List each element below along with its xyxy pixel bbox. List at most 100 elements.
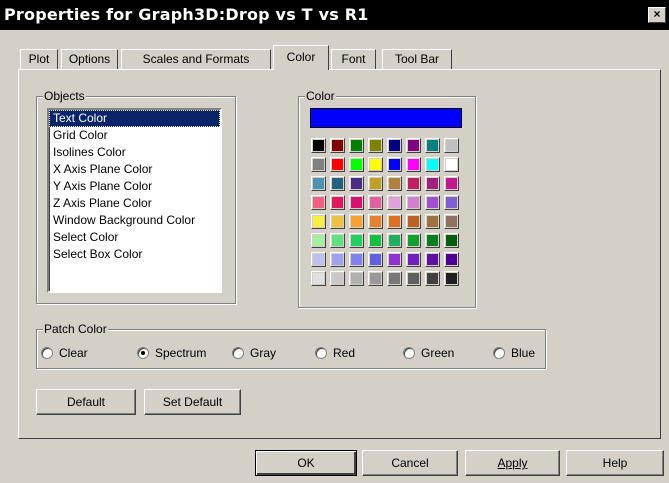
color-swatch[interactable] [349, 214, 364, 229]
color-swatch-fill [351, 254, 362, 265]
color-swatch[interactable] [444, 138, 459, 153]
color-swatch[interactable] [425, 157, 440, 172]
color-swatch[interactable] [311, 195, 326, 210]
set-default-button[interactable]: Set Default [144, 389, 241, 415]
objects-list-item[interactable]: Isolines Color [49, 144, 220, 161]
color-swatch[interactable] [444, 252, 459, 267]
tab-plot[interactable]: Plot [20, 49, 58, 69]
color-swatch[interactable] [444, 157, 459, 172]
color-swatch[interactable] [368, 252, 383, 267]
color-swatch-fill [351, 197, 362, 208]
objects-list-item[interactable]: Window Background Color [49, 212, 220, 229]
color-swatch[interactable] [387, 233, 402, 248]
current-color-preview [310, 108, 462, 128]
help-button[interactable]: Help [566, 450, 664, 476]
objects-list-item[interactable]: Grid Color [49, 127, 220, 144]
color-swatch[interactable] [368, 214, 383, 229]
tab-scales-and-formats[interactable]: Scales and Formats [121, 49, 271, 69]
color-swatch[interactable] [425, 138, 440, 153]
color-swatch[interactable] [368, 271, 383, 286]
color-swatch[interactable] [349, 138, 364, 153]
color-swatch[interactable] [425, 176, 440, 191]
color-swatch[interactable] [387, 157, 402, 172]
color-swatch[interactable] [406, 157, 421, 172]
color-swatch[interactable] [406, 233, 421, 248]
color-swatch[interactable] [311, 271, 326, 286]
color-swatch-fill [351, 159, 362, 170]
color-swatch[interactable] [425, 271, 440, 286]
color-swatch[interactable] [330, 233, 345, 248]
color-swatch[interactable] [425, 233, 440, 248]
color-swatch[interactable] [311, 252, 326, 267]
ok-button[interactable]: OK [255, 450, 357, 476]
color-swatch-fill [313, 178, 324, 189]
color-swatch[interactable] [444, 176, 459, 191]
color-swatch[interactable] [330, 195, 345, 210]
color-swatch[interactable] [311, 157, 326, 172]
objects-listbox[interactable]: Text Color Grid Color Isolines Color X Axis… [47, 108, 222, 293]
color-swatch[interactable] [444, 195, 459, 210]
color-swatch[interactable] [330, 271, 345, 286]
color-swatch[interactable] [349, 157, 364, 172]
objects-list-item[interactable]: Select Color [49, 229, 220, 246]
color-swatch[interactable] [330, 157, 345, 172]
color-swatch[interactable] [368, 176, 383, 191]
color-swatch-fill [408, 273, 419, 284]
color-swatch-fill [313, 140, 324, 151]
color-swatch[interactable] [349, 252, 364, 267]
color-swatch[interactable] [406, 138, 421, 153]
color-swatch[interactable] [330, 252, 345, 267]
color-swatch[interactable] [406, 195, 421, 210]
color-swatch[interactable] [368, 138, 383, 153]
color-swatch[interactable] [349, 195, 364, 210]
color-swatch-fill [389, 159, 400, 170]
color-swatch[interactable] [444, 214, 459, 229]
default-button[interactable]: Default [36, 389, 136, 415]
color-swatch[interactable] [387, 138, 402, 153]
color-swatch[interactable] [330, 138, 345, 153]
apply-button[interactable]: Apply [465, 450, 560, 476]
color-swatch[interactable] [368, 157, 383, 172]
color-swatch[interactable] [311, 233, 326, 248]
color-swatch[interactable] [406, 252, 421, 267]
color-swatch[interactable] [387, 271, 402, 286]
color-swatch-fill [446, 254, 457, 265]
color-swatch[interactable] [311, 214, 326, 229]
close-button[interactable]: × [648, 7, 666, 23]
color-swatch[interactable] [387, 176, 402, 191]
tab-color[interactable]: Color [273, 45, 329, 70]
color-swatch[interactable] [368, 233, 383, 248]
tab-tool-bar[interactable]: Tool Bar [382, 49, 452, 69]
cancel-button[interactable]: Cancel [362, 450, 458, 476]
color-swatch[interactable] [368, 195, 383, 210]
color-swatch[interactable] [387, 195, 402, 210]
tab-font[interactable]: Font [331, 49, 376, 69]
color-swatch-fill [408, 197, 419, 208]
color-swatch[interactable] [406, 176, 421, 191]
color-swatch[interactable] [444, 271, 459, 286]
color-swatch[interactable] [425, 195, 440, 210]
color-swatch[interactable] [330, 214, 345, 229]
color-swatch[interactable] [311, 176, 326, 191]
color-swatch[interactable] [349, 176, 364, 191]
color-swatch[interactable] [444, 233, 459, 248]
objects-list-item[interactable]: X Axis Plane Color [49, 161, 220, 178]
color-swatch[interactable] [330, 176, 345, 191]
objects-list-item[interactable]: Z Axis Plane Color [49, 195, 220, 212]
tab-options[interactable]: Options [61, 49, 118, 69]
color-swatch[interactable] [387, 252, 402, 267]
color-swatch[interactable] [349, 233, 364, 248]
color-swatch-fill [313, 159, 324, 170]
objects-list-item[interactable]: Text Color [49, 110, 220, 127]
color-swatch[interactable] [425, 214, 440, 229]
color-swatch[interactable] [311, 138, 326, 153]
objects-list-item[interactable]: Y Axis Plane Color [49, 178, 220, 195]
color-swatch-fill [370, 273, 381, 284]
color-swatch-fill [351, 273, 362, 284]
objects-list-item[interactable]: Select Box Color [49, 246, 220, 263]
color-swatch[interactable] [425, 252, 440, 267]
color-swatch[interactable] [349, 271, 364, 286]
color-swatch[interactable] [406, 271, 421, 286]
color-swatch[interactable] [387, 214, 402, 229]
color-swatch[interactable] [406, 214, 421, 229]
